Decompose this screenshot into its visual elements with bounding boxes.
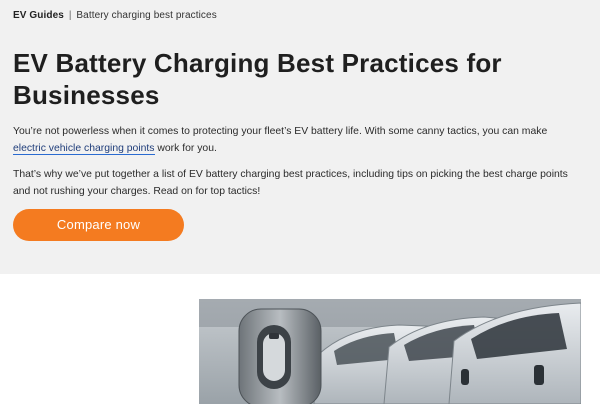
ev-charging-points-link[interactable]: electric vehicle charging points	[13, 143, 155, 155]
compare-now-button[interactable]: Compare now	[13, 209, 184, 241]
breadcrumb: EV Guides | Battery charging best practi…	[13, 10, 217, 21]
hero-section: EV Guides | Battery charging best practi…	[0, 0, 600, 274]
breadcrumb-separator: |	[68, 10, 72, 21]
intro-text-before-link: You’re not powerless when it comes to pr…	[13, 126, 548, 137]
breadcrumb-current: Battery charging best practices	[76, 10, 217, 21]
hero-photo	[199, 299, 581, 404]
ev-charger	[238, 308, 322, 404]
intro-text-after-link: work for you.	[154, 143, 217, 154]
breadcrumb-link-ev-guides[interactable]: EV Guides	[13, 10, 64, 21]
intro-paragraph: You’re not powerless when it comes to pr…	[13, 123, 583, 157]
ev-charger-vans-illustration	[199, 299, 581, 404]
page-title: EV Battery Charging Best Practices for B…	[13, 48, 502, 110]
intro-paragraph-2: That’s why we’ve put together a list of …	[13, 169, 568, 197]
